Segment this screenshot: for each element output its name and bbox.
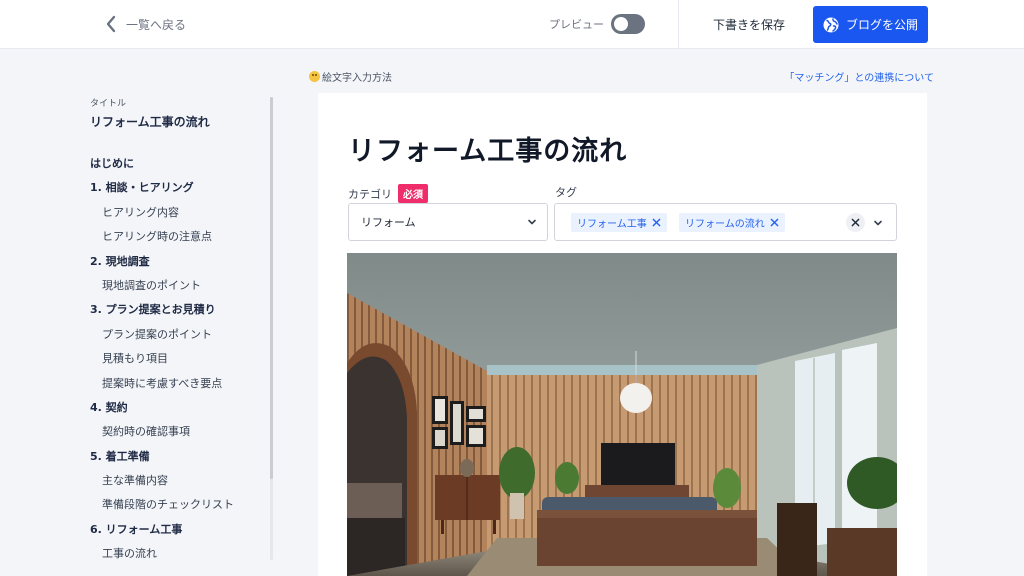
smiley-icon [309, 71, 320, 82]
globe-icon [823, 17, 839, 32]
tag-select[interactable]: リフォーム工事 リフォームの流れ [554, 203, 897, 241]
toc-subitem[interactable]: 主な準備内容 [90, 469, 260, 493]
preview-label: プレビュー [549, 18, 604, 31]
back-to-list-link[interactable]: 一覧へ戻る [104, 14, 186, 34]
publish-label: ブログを公開 [845, 18, 918, 32]
eyecatch-image[interactable] [347, 253, 897, 576]
category-label-row: カテゴリ 必須 [348, 184, 428, 203]
toc-title-caption: タイトル [90, 99, 127, 109]
toc-article-title[interactable]: リフォーム工事の流れ [90, 113, 260, 130]
toc-subitem[interactable]: 現地調査のポイント [90, 274, 260, 298]
table-of-contents: タイトル リフォーム工事の流れ はじめに 1. 相談・ヒアリング ヒアリング内容… [90, 96, 260, 567]
toc-subitem[interactable]: 契約時の確認事項 [90, 420, 260, 444]
editor-card: リフォーム工事の流れ カテゴリ 必須 タグ リフォーム リフォーム工事 リフォー… [318, 93, 927, 576]
tag-chip: リフォームの流れ [679, 213, 785, 232]
top-bar: 一覧へ戻る プレビュー 下書きを保存 ブログを公開 [0, 0, 1024, 49]
toc-subitem[interactable]: ヒアリング内容 [90, 201, 260, 225]
toc-item[interactable]: 5. 着工準備 [90, 445, 260, 469]
remove-tag-icon[interactable] [652, 218, 661, 227]
remove-tag-icon[interactable] [770, 218, 779, 227]
tag-chip-label: リフォームの流れ [685, 219, 765, 230]
category-select[interactable]: リフォーム [348, 203, 548, 241]
required-badge: 必須 [398, 184, 428, 203]
tag-label: タグ [555, 186, 577, 199]
toc-scrollbar-thumb[interactable] [270, 97, 273, 479]
toc-item[interactable]: 3. プラン提案とお見積り [90, 298, 260, 322]
chevron-left-icon [106, 15, 116, 33]
clear-tags-button[interactable] [846, 213, 865, 232]
chevron-down-icon[interactable] [873, 218, 883, 228]
toc-subitem[interactable]: ヒアリング時の注意点 [90, 225, 260, 249]
header-divider [678, 0, 679, 49]
tag-chip: リフォーム工事 [571, 213, 667, 232]
chevron-down-icon [528, 219, 536, 225]
toggle-knob [614, 17, 628, 31]
category-label: カテゴリ [348, 187, 392, 201]
toc-subitem[interactable]: 工事の流れ [90, 542, 260, 566]
toc-subitem[interactable]: プラン提案のポイント [90, 323, 260, 347]
save-draft-button[interactable]: 下書きを保存 [704, 9, 794, 39]
toc-item[interactable]: 6. リフォーム工事 [90, 518, 260, 542]
emoji-help-link[interactable]: 絵文字入力方法 [309, 69, 392, 84]
back-label: 一覧へ戻る [126, 17, 187, 32]
article-title-input[interactable]: リフォーム工事の流れ [348, 129, 627, 168]
preview-toggle[interactable] [611, 14, 645, 34]
tag-chip-label: リフォーム工事 [577, 219, 647, 230]
emoji-help-label: 絵文字入力方法 [322, 73, 392, 84]
toc-item[interactable]: 2. 現地調査 [90, 250, 260, 274]
toc-subitem[interactable]: 準備段階のチェックリスト [90, 493, 260, 517]
category-value: リフォーム [361, 216, 416, 229]
publish-button[interactable]: ブログを公開 [813, 6, 928, 43]
matching-integration-link[interactable]: 「マッチング」との連携について [784, 69, 934, 84]
preview-control: プレビュー [549, 14, 645, 34]
toc-subitem[interactable]: 提案時に考慮すべき要点 [90, 372, 260, 396]
toc-item[interactable]: 4. 契約 [90, 396, 260, 420]
toc-item[interactable]: 1. 相談・ヒアリング [90, 176, 260, 200]
close-icon [851, 218, 860, 227]
toc-subitem[interactable]: 見積もり項目 [90, 347, 260, 371]
toc-item[interactable]: はじめに [90, 152, 260, 176]
